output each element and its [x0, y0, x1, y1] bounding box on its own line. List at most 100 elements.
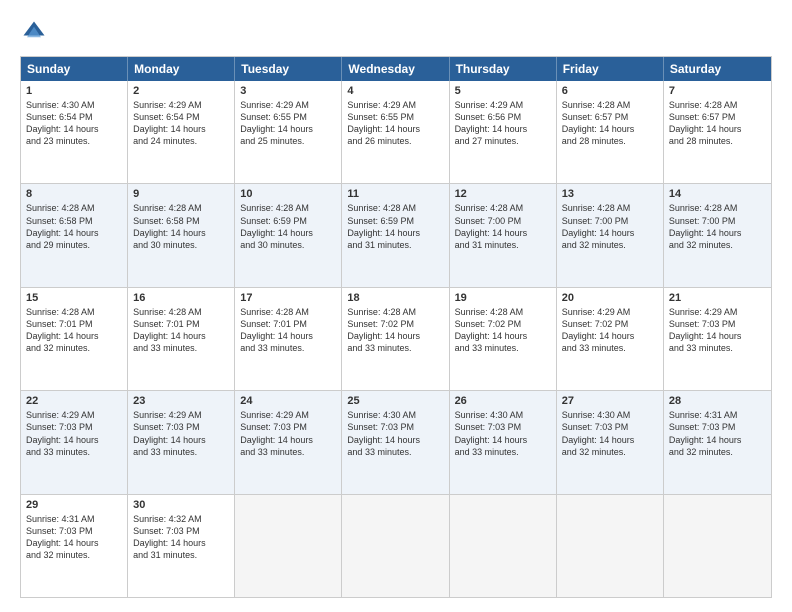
- cell-info: Sunrise: 4:31 AM Sunset: 7:03 PM Dayligh…: [669, 409, 766, 458]
- cell-info: Sunrise: 4:31 AM Sunset: 7:03 PM Dayligh…: [26, 513, 122, 562]
- calendar-cell: 28 Sunrise: 4:31 AM Sunset: 7:03 PM Dayli…: [664, 391, 771, 493]
- calendar-cell: [664, 495, 771, 597]
- calendar-row: 8 Sunrise: 4:28 AM Sunset: 6:58 PM Daylig…: [21, 184, 771, 287]
- cell-info: Sunrise: 4:29 AM Sunset: 6:55 PM Dayligh…: [240, 99, 336, 148]
- day-number: 22: [26, 395, 122, 407]
- calendar-cell: 14Sunrise: 4:28 AM Sunset: 7:00 PM Dayli…: [664, 184, 771, 286]
- cell-info: Sunrise: 4:29 AM Sunset: 7:02 PM Dayligh…: [562, 306, 658, 355]
- cell-info: Sunrise: 4:28 AM Sunset: 7:01 PM Dayligh…: [26, 306, 122, 355]
- calendar-body: 1 Sunrise: 4:30 AM Sunset: 6:54 PM Daylig…: [21, 81, 771, 597]
- day-number: 24: [240, 395, 336, 407]
- day-number: 4: [347, 85, 443, 97]
- calendar-header-cell: Monday: [128, 57, 235, 81]
- calendar-cell: 10 Sunrise: 4:28 AM Sunset: 6:59 PM Dayli…: [235, 184, 342, 286]
- day-number: 9: [133, 188, 229, 200]
- day-number: 17: [240, 292, 336, 304]
- logo-icon: [20, 18, 48, 46]
- calendar-row: 15Sunrise: 4:28 AM Sunset: 7:01 PM Dayli…: [21, 288, 771, 391]
- cell-info: Sunrise: 4:29 AM Sunset: 7:03 PM Dayligh…: [669, 306, 766, 355]
- day-number: 5: [455, 85, 551, 97]
- day-number: 19: [455, 292, 551, 304]
- day-number: 28: [669, 395, 766, 407]
- calendar-header-cell: Wednesday: [342, 57, 449, 81]
- calendar-cell: 8 Sunrise: 4:28 AM Sunset: 6:58 PM Daylig…: [21, 184, 128, 286]
- page: SundayMondayTuesdayWednesdayThursdayFrid…: [0, 0, 792, 612]
- cell-info: Sunrise: 4:29 AM Sunset: 7:03 PM Dayligh…: [26, 409, 122, 458]
- calendar-cell: [557, 495, 664, 597]
- day-number: 26: [455, 395, 551, 407]
- calendar-cell: 17 Sunrise: 4:28 AM Sunset: 7:01 PM Dayli…: [235, 288, 342, 390]
- cell-info: Sunrise: 4:28 AM Sunset: 6:58 PM Dayligh…: [133, 202, 229, 251]
- calendar-row: 22 Sunrise: 4:29 AM Sunset: 7:03 PM Dayli…: [21, 391, 771, 494]
- cell-info: Sunrise: 4:28 AM Sunset: 6:58 PM Dayligh…: [26, 202, 122, 251]
- logo: [20, 18, 52, 46]
- calendar-cell: [235, 495, 342, 597]
- day-number: 6: [562, 85, 658, 97]
- cell-info: Sunrise: 4:29 AM Sunset: 6:55 PM Dayligh…: [347, 99, 443, 148]
- day-number: 7: [669, 85, 766, 97]
- day-number: 23: [133, 395, 229, 407]
- cell-info: Sunrise: 4:30 AM Sunset: 7:03 PM Dayligh…: [347, 409, 443, 458]
- calendar-cell: 7 Sunrise: 4:28 AM Sunset: 6:57 PM Daylig…: [664, 81, 771, 183]
- calendar-cell: 26Sunrise: 4:30 AM Sunset: 7:03 PM Dayli…: [450, 391, 557, 493]
- calendar-cell: 5 Sunrise: 4:29 AM Sunset: 6:56 PM Daylig…: [450, 81, 557, 183]
- day-number: 8: [26, 188, 122, 200]
- cell-info: Sunrise: 4:29 AM Sunset: 7:03 PM Dayligh…: [133, 409, 229, 458]
- calendar: SundayMondayTuesdayWednesdayThursdayFrid…: [20, 56, 772, 598]
- calendar-row: 1 Sunrise: 4:30 AM Sunset: 6:54 PM Daylig…: [21, 81, 771, 184]
- calendar-header-cell: Friday: [557, 57, 664, 81]
- cell-info: Sunrise: 4:29 AM Sunset: 6:56 PM Dayligh…: [455, 99, 551, 148]
- calendar-cell: 19Sunrise: 4:28 AM Sunset: 7:02 PM Dayli…: [450, 288, 557, 390]
- calendar-cell: 2 Sunrise: 4:29 AM Sunset: 6:54 PM Daylig…: [128, 81, 235, 183]
- day-number: 1: [26, 85, 122, 97]
- cell-info: Sunrise: 4:32 AM Sunset: 7:03 PM Dayligh…: [133, 513, 229, 562]
- cell-info: Sunrise: 4:28 AM Sunset: 6:59 PM Dayligh…: [347, 202, 443, 251]
- cell-info: Sunrise: 4:28 AM Sunset: 6:57 PM Dayligh…: [562, 99, 658, 148]
- day-number: 10: [240, 188, 336, 200]
- calendar-cell: 9 Sunrise: 4:28 AM Sunset: 6:58 PM Daylig…: [128, 184, 235, 286]
- cell-info: Sunrise: 4:29 AM Sunset: 6:54 PM Dayligh…: [133, 99, 229, 148]
- day-number: 25: [347, 395, 443, 407]
- cell-info: Sunrise: 4:29 AM Sunset: 7:03 PM Dayligh…: [240, 409, 336, 458]
- calendar-cell: 21 Sunrise: 4:29 AM Sunset: 7:03 PM Dayli…: [664, 288, 771, 390]
- cell-info: Sunrise: 4:28 AM Sunset: 7:02 PM Dayligh…: [347, 306, 443, 355]
- calendar-header-cell: Tuesday: [235, 57, 342, 81]
- cell-info: Sunrise: 4:28 AM Sunset: 6:59 PM Dayligh…: [240, 202, 336, 251]
- day-number: 2: [133, 85, 229, 97]
- calendar-cell: 13 Sunrise: 4:28 AM Sunset: 7:00 PM Dayli…: [557, 184, 664, 286]
- calendar-header-cell: Sunday: [21, 57, 128, 81]
- cell-info: Sunrise: 4:28 AM Sunset: 7:00 PM Dayligh…: [455, 202, 551, 251]
- calendar-cell: [342, 495, 449, 597]
- calendar-cell: 24 Sunrise: 4:29 AM Sunset: 7:03 PM Dayli…: [235, 391, 342, 493]
- day-number: 27: [562, 395, 658, 407]
- day-number: 3: [240, 85, 336, 97]
- cell-info: Sunrise: 4:28 AM Sunset: 7:01 PM Dayligh…: [240, 306, 336, 355]
- day-number: 13: [562, 188, 658, 200]
- calendar-cell: 27 Sunrise: 4:30 AM Sunset: 7:03 PM Dayli…: [557, 391, 664, 493]
- day-number: 12: [455, 188, 551, 200]
- calendar-cell: 18 Sunrise: 4:28 AM Sunset: 7:02 PM Dayli…: [342, 288, 449, 390]
- calendar-cell: 30 Sunrise: 4:32 AM Sunset: 7:03 PM Dayli…: [128, 495, 235, 597]
- day-number: 21: [669, 292, 766, 304]
- cell-info: Sunrise: 4:28 AM Sunset: 7:01 PM Dayligh…: [133, 306, 229, 355]
- calendar-cell: 16 Sunrise: 4:28 AM Sunset: 7:01 PM Dayli…: [128, 288, 235, 390]
- calendar-cell: 25 Sunrise: 4:30 AM Sunset: 7:03 PM Dayli…: [342, 391, 449, 493]
- day-number: 14: [669, 188, 766, 200]
- cell-info: Sunrise: 4:30 AM Sunset: 7:03 PM Dayligh…: [562, 409, 658, 458]
- calendar-cell: 4 Sunrise: 4:29 AM Sunset: 6:55 PM Daylig…: [342, 81, 449, 183]
- day-number: 18: [347, 292, 443, 304]
- header: [20, 18, 772, 46]
- calendar-cell: 23 Sunrise: 4:29 AM Sunset: 7:03 PM Dayli…: [128, 391, 235, 493]
- calendar-cell: 20Sunrise: 4:29 AM Sunset: 7:02 PM Dayli…: [557, 288, 664, 390]
- day-number: 11: [347, 188, 443, 200]
- calendar-cell: 1 Sunrise: 4:30 AM Sunset: 6:54 PM Daylig…: [21, 81, 128, 183]
- day-number: 30: [133, 499, 229, 511]
- calendar-cell: 15Sunrise: 4:28 AM Sunset: 7:01 PM Dayli…: [21, 288, 128, 390]
- cell-info: Sunrise: 4:28 AM Sunset: 7:00 PM Dayligh…: [562, 202, 658, 251]
- day-number: 29: [26, 499, 122, 511]
- cell-info: Sunrise: 4:30 AM Sunset: 6:54 PM Dayligh…: [26, 99, 122, 148]
- cell-info: Sunrise: 4:28 AM Sunset: 6:57 PM Dayligh…: [669, 99, 766, 148]
- calendar-header-cell: Saturday: [664, 57, 771, 81]
- calendar-cell: 11 Sunrise: 4:28 AM Sunset: 6:59 PM Dayli…: [342, 184, 449, 286]
- day-number: 16: [133, 292, 229, 304]
